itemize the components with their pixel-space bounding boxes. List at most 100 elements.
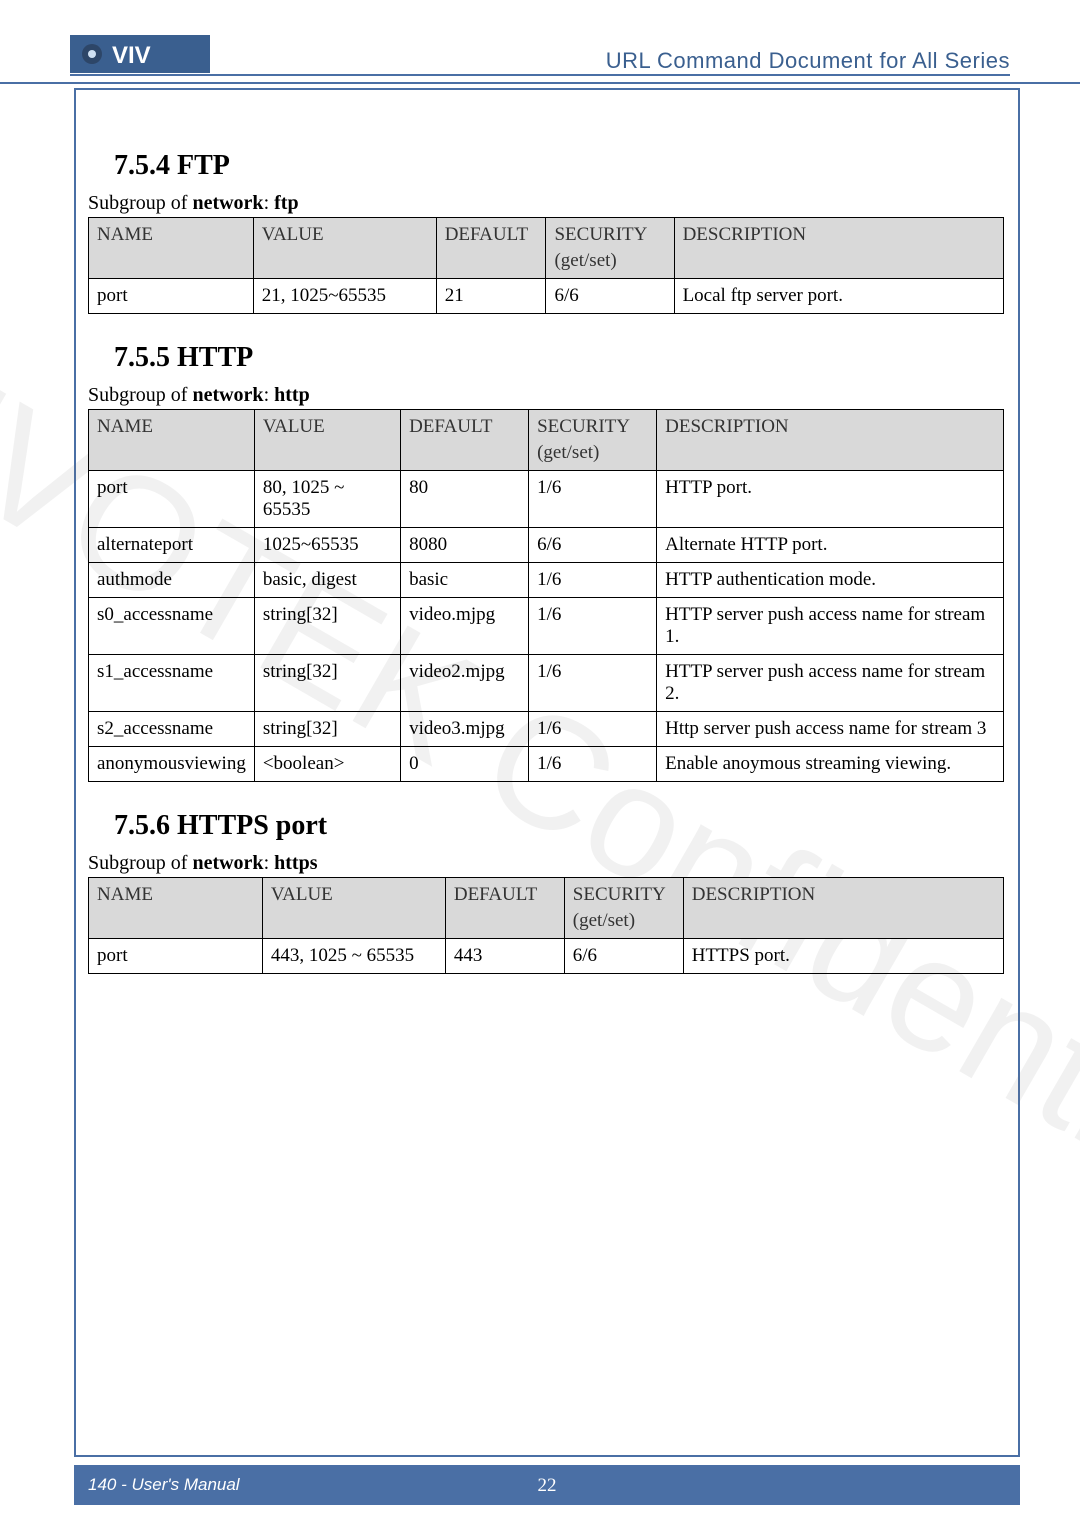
cell-default: 8080: [401, 528, 529, 563]
table-row: s1_accessname string[32] video2.mjpg 1/6…: [89, 655, 1004, 712]
subgroup-group: network: [192, 384, 263, 406]
section-heading-http: 7.5.5 HTTP: [114, 342, 1004, 374]
section-heading-https: 7.5.6 HTTPS port: [114, 810, 1004, 842]
cell-description: Local ftp server port.: [674, 279, 1003, 314]
subgroup-sep: :: [264, 192, 275, 214]
table-row: s0_accessname string[32] video.mjpg 1/6 …: [89, 598, 1004, 655]
subgroup-sep: :: [264, 852, 275, 874]
table-row: port 21, 1025~65535 21 6/6 Local ftp ser…: [89, 279, 1004, 314]
cell-description: HTTP server push access name for stream …: [657, 598, 1004, 655]
th-default: DEFAULT: [436, 218, 546, 279]
subgroup-ftp: Subgroup of network: ftp: [88, 192, 1004, 215]
cell-default: 21: [436, 279, 546, 314]
cell-default: 443: [445, 939, 564, 974]
cell-value: string[32]: [254, 712, 400, 747]
subgroup-sub: ftp: [274, 192, 298, 214]
page-footer: 140 - User's Manual 22: [74, 1465, 1020, 1505]
cell-name: port: [89, 939, 263, 974]
table-header-row: NAME VALUE DEFAULT SECURITY (get/set) DE…: [89, 410, 1004, 471]
cell-name: s1_accessname: [89, 655, 255, 712]
cell-description: HTTP authentication mode.: [657, 563, 1004, 598]
subgroup-http: Subgroup of network: http: [88, 384, 1004, 407]
cell-security: 6/6: [564, 939, 683, 974]
th-value: VALUE: [253, 218, 436, 279]
cell-name: anonymousviewing: [89, 747, 255, 782]
cell-name: port: [89, 279, 254, 314]
footer-left: 140 - User's Manual: [88, 1475, 240, 1495]
cell-security: 1/6: [529, 471, 657, 528]
subgroup-prefix: Subgroup of: [88, 192, 192, 214]
th-security-sub: (get/set): [573, 910, 675, 932]
cell-description: Http server push access name for stream …: [657, 712, 1004, 747]
table-row: s2_accessname string[32] video3.mjpg 1/6…: [89, 712, 1004, 747]
cell-value: string[32]: [254, 655, 400, 712]
http-table: NAME VALUE DEFAULT SECURITY (get/set) DE…: [88, 409, 1004, 782]
cell-security: 1/6: [529, 563, 657, 598]
cell-description: HTTP server push access name for stream …: [657, 655, 1004, 712]
table-row: alternateport 1025~65535 8080 6/6 Altern…: [89, 528, 1004, 563]
cell-name: alternateport: [89, 528, 255, 563]
table-row: anonymousviewing <boolean> 0 1/6 Enable …: [89, 747, 1004, 782]
th-description: DESCRIPTION: [657, 410, 1004, 471]
th-name: NAME: [89, 218, 254, 279]
subgroup-group: network: [192, 852, 263, 874]
subgroup-https: Subgroup of network: https: [88, 852, 1004, 875]
th-description: DESCRIPTION: [683, 878, 1003, 939]
subgroup-prefix: Subgroup of: [88, 852, 192, 874]
cell-description: Enable anoymous streaming viewing.: [657, 747, 1004, 782]
cell-default: video3.mjpg: [401, 712, 529, 747]
cell-description: HTTPS port.: [683, 939, 1003, 974]
th-name: NAME: [89, 878, 263, 939]
subgroup-group: network: [192, 192, 263, 214]
cell-default: video2.mjpg: [401, 655, 529, 712]
cell-value: 443, 1025 ~ 65535: [262, 939, 445, 974]
cell-name: s2_accessname: [89, 712, 255, 747]
cell-value: 1025~65535: [254, 528, 400, 563]
table-header-row: NAME VALUE DEFAULT SECURITY (get/set) DE…: [89, 218, 1004, 279]
th-security: SECURITY (get/set): [529, 410, 657, 471]
table-header-row: NAME VALUE DEFAULT SECURITY (get/set) DE…: [89, 878, 1004, 939]
table-row: port 443, 1025 ~ 65535 443 6/6 HTTPS por…: [89, 939, 1004, 974]
logo: VIV: [70, 28, 210, 80]
subgroup-prefix: Subgroup of: [88, 384, 192, 406]
table-row: authmode basic, digest basic 1/6 HTTP au…: [89, 563, 1004, 598]
svg-text:VIV: VIV: [112, 42, 151, 69]
subgroup-sep: :: [264, 384, 275, 406]
cell-value: 80, 1025 ~ 65535: [254, 471, 400, 528]
th-security-text: SECURITY: [573, 884, 666, 905]
cell-name: port: [89, 471, 255, 528]
th-value: VALUE: [254, 410, 400, 471]
th-security: SECURITY (get/set): [546, 218, 674, 279]
cell-security: 6/6: [529, 528, 657, 563]
th-default: DEFAULT: [401, 410, 529, 471]
cell-security: 1/6: [529, 712, 657, 747]
page-header: VIV URL Command Document for All Series: [0, 0, 1080, 84]
cell-security: 1/6: [529, 655, 657, 712]
header-underline: [70, 74, 1010, 76]
footer-page-number: 22: [538, 1475, 557, 1497]
cell-default: basic: [401, 563, 529, 598]
cell-name: authmode: [89, 563, 255, 598]
cell-security: 6/6: [546, 279, 674, 314]
cell-default: 80: [401, 471, 529, 528]
th-security-sub: (get/set): [537, 442, 648, 464]
th-security-sub: (get/set): [554, 250, 665, 272]
th-description: DESCRIPTION: [674, 218, 1003, 279]
ftp-table: NAME VALUE DEFAULT SECURITY (get/set) DE…: [88, 217, 1004, 314]
th-default: DEFAULT: [445, 878, 564, 939]
cell-value: basic, digest: [254, 563, 400, 598]
cell-value: 21, 1025~65535: [253, 279, 436, 314]
subgroup-sub: http: [274, 384, 310, 406]
th-security-text: SECURITY: [537, 416, 630, 437]
cell-security: 1/6: [529, 747, 657, 782]
subgroup-sub: https: [274, 852, 317, 874]
cell-value: string[32]: [254, 598, 400, 655]
header-title: URL Command Document for All Series: [606, 48, 1010, 74]
table-row: port 80, 1025 ~ 65535 80 1/6 HTTP port.: [89, 471, 1004, 528]
cell-description: Alternate HTTP port.: [657, 528, 1004, 563]
th-name: NAME: [89, 410, 255, 471]
th-security-text: SECURITY: [554, 224, 647, 245]
cell-default: video.mjpg: [401, 598, 529, 655]
cell-security: 1/6: [529, 598, 657, 655]
https-table: NAME VALUE DEFAULT SECURITY (get/set) DE…: [88, 877, 1004, 974]
